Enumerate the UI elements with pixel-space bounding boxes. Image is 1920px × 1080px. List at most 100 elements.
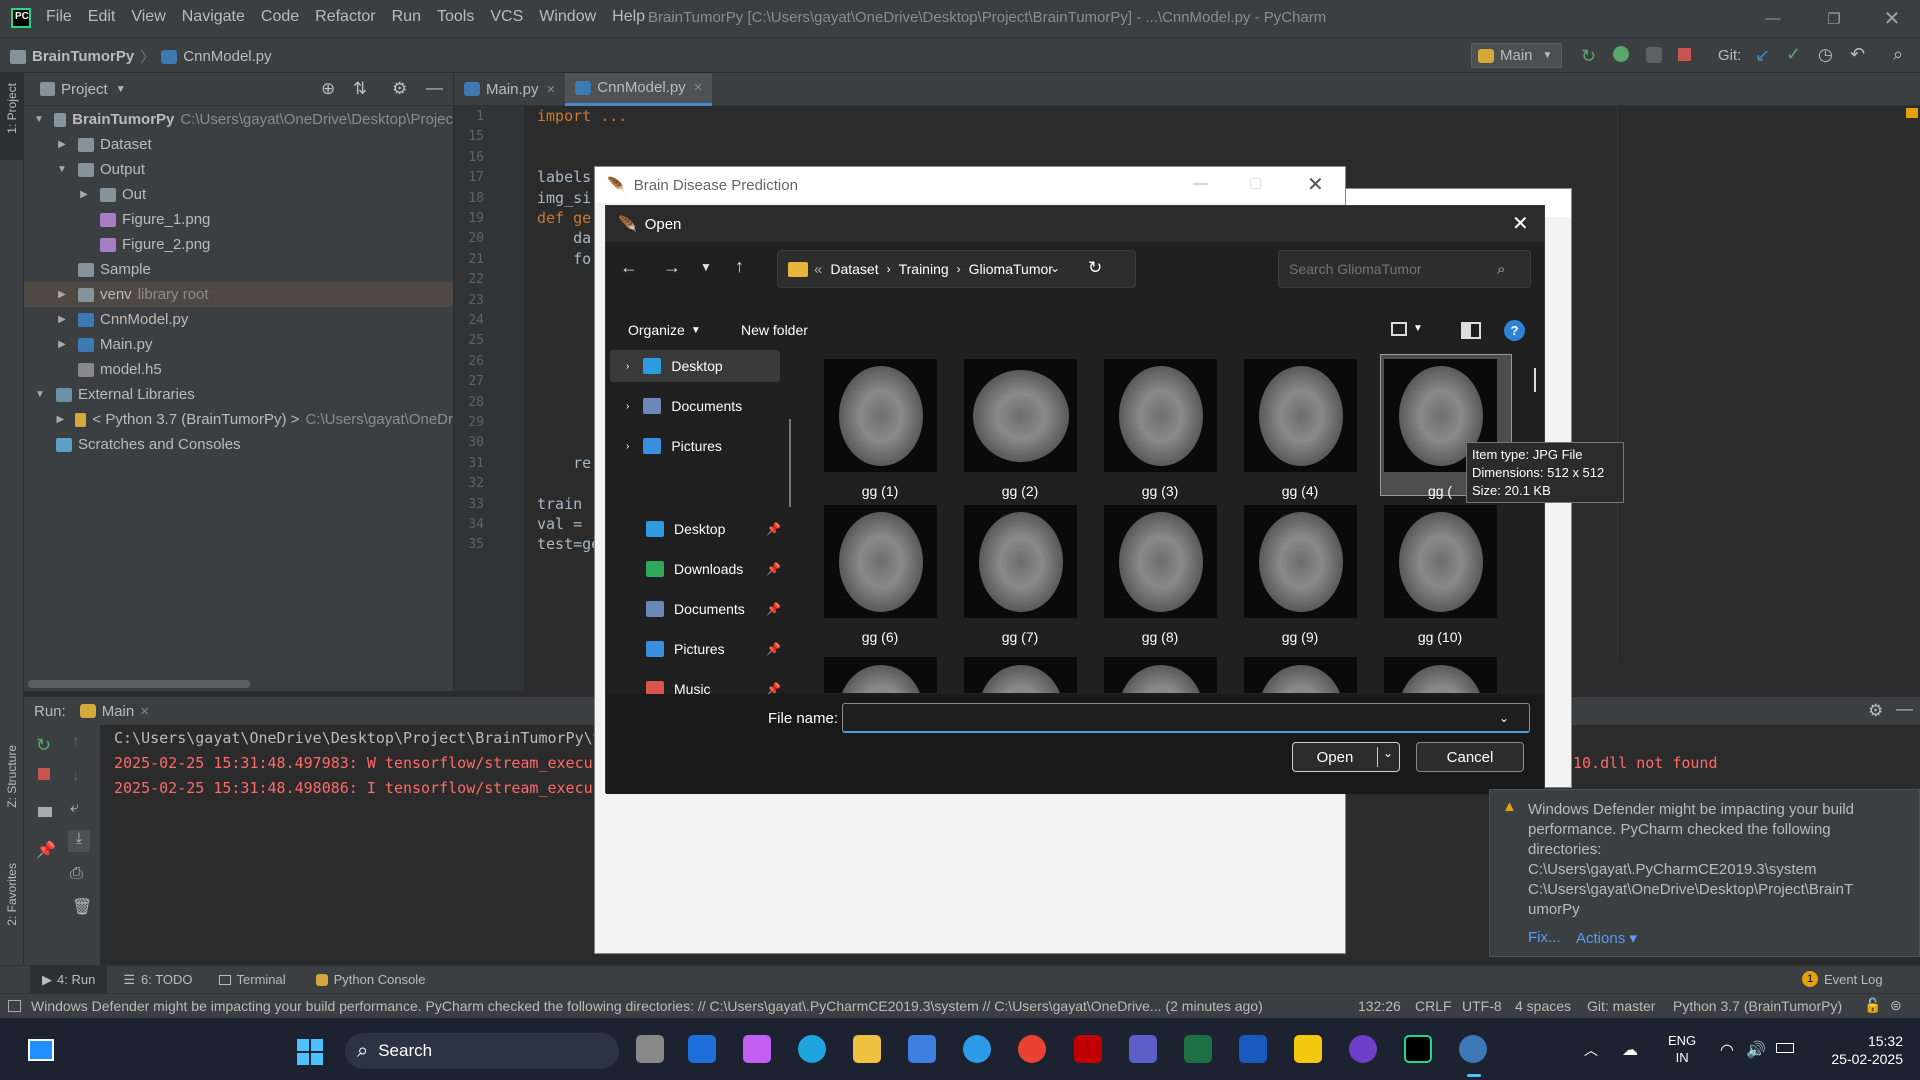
forward-button[interactable]: → — [663, 257, 681, 278]
code-line[interactable]: def ge — [537, 209, 591, 227]
tree-item[interactable]: ▶ Out — [24, 182, 453, 207]
locate-icon[interactable]: ⊕ — [321, 79, 335, 99]
close-run-tab-icon[interactable]: × — [140, 703, 149, 720]
file-name-label[interactable]: gg (2) — [955, 483, 1085, 499]
tree-item[interactable]: ▶ Main.py — [24, 332, 453, 357]
file-thumbnail[interactable] — [824, 657, 937, 693]
file-name-combobox[interactable]: ⌄ — [842, 703, 1530, 733]
tree-item[interactable]: Sample — [24, 257, 453, 282]
file-name-label[interactable]: gg (8) — [1095, 629, 1225, 645]
pycharm-taskbar-icon[interactable] — [1404, 1035, 1432, 1063]
search-box[interactable]: ⌕ — [1278, 250, 1531, 288]
tab-main-py[interactable]: Main.py × — [454, 73, 565, 106]
refresh-icon[interactable]: ↻ — [1088, 258, 1102, 278]
git-commit-icon[interactable]: ✓ — [1786, 44, 1801, 65]
rerun-icon[interactable]: ↻ — [36, 735, 51, 756]
file-thumbnail[interactable] — [1384, 505, 1497, 618]
stop-icon[interactable] — [1678, 48, 1691, 61]
tree-item[interactable]: Scratches and Consoles — [24, 432, 453, 457]
indent-setting[interactable]: 4 spaces — [1515, 998, 1571, 1014]
tree-item[interactable]: model.h5 — [24, 357, 453, 382]
down-arrow-icon[interactable]: ↓ — [72, 767, 80, 784]
python-idle-icon[interactable] — [963, 1035, 991, 1063]
tree-item[interactable]: ▼ External Libraries — [24, 382, 453, 407]
expand-arrow-icon[interactable]: ▶ — [56, 414, 65, 425]
close-tab-icon[interactable]: × — [694, 79, 703, 96]
file-thumbnail[interactable] — [1244, 359, 1357, 472]
layout-icon[interactable] — [38, 807, 52, 817]
menu-file[interactable]: File — [46, 8, 72, 26]
open-button[interactable]: Open ⌄ — [1292, 742, 1400, 772]
file-thumbnail[interactable] — [1244, 505, 1357, 618]
file-name-label[interactable]: gg (10) — [1375, 629, 1505, 645]
chrome-icon[interactable] — [1018, 1035, 1046, 1063]
file-thumbnail[interactable] — [964, 359, 1077, 472]
python-console-tool-button[interactable]: Python Console — [315, 972, 425, 987]
panel-toggle-icon[interactable] — [8, 1000, 21, 1012]
code-line[interactable]: fo — [537, 250, 591, 268]
menu-window[interactable]: Window — [539, 8, 596, 26]
menu-vcs[interactable]: VCS — [490, 8, 523, 26]
todo-tool-button[interactable]: ☰ 6: TODO — [123, 972, 192, 988]
warning-marker[interactable] — [1906, 108, 1918, 118]
status-message[interactable]: Windows Defender might be impacting your… — [31, 998, 1263, 1014]
language-indicator[interactable]: ENG IN — [1668, 1032, 1696, 1066]
nav-item-desktop[interactable]: › Desktop — [626, 358, 723, 374]
menu-refactor[interactable]: Refactor — [315, 8, 375, 26]
inspector-icon[interactable]: ⊜ — [1890, 997, 1902, 1014]
address-dropdown-icon[interactable]: ⌄ — [1050, 261, 1060, 275]
wifi-icon[interactable]: ◠ — [1720, 1040, 1734, 1060]
copilot-icon[interactable] — [743, 1035, 771, 1063]
menu-edit[interactable]: Edit — [88, 8, 116, 26]
code-line[interactable]: train — [537, 495, 582, 513]
file-thumbnail[interactable] — [1104, 657, 1217, 693]
tree-item[interactable]: ▶ CnnModel.py — [24, 307, 453, 332]
fix-link[interactable]: Fix... — [1528, 929, 1561, 946]
file-thumbnail[interactable] — [1244, 657, 1357, 693]
tree-item[interactable]: Figure_2.png — [24, 232, 453, 257]
quick-access-downloads[interactable]: Downloads 📌 — [646, 561, 781, 577]
pin-icon[interactable]: 📌 — [36, 840, 56, 860]
file-thumbnail[interactable] — [964, 505, 1077, 618]
clock[interactable]: 15:32 25-02-2025 — [1808, 1032, 1903, 1068]
nav-scrollbar[interactable] — [789, 419, 791, 507]
file-name-label[interactable]: gg (1) — [815, 483, 945, 499]
excel-icon[interactable] — [1184, 1035, 1212, 1063]
run-settings-icon[interactable]: ⚙ — [1868, 701, 1883, 721]
tree-item[interactable]: ▶ < Python 3.7 (BrainTumorPy) > C:\Users\g… — [24, 407, 453, 432]
trash-icon[interactable]: 🗑 — [72, 897, 92, 917]
close-button[interactable]: ✕ — [1864, 0, 1920, 37]
file-name-label[interactable]: gg (9) — [1235, 629, 1365, 645]
start-icon[interactable] — [297, 1039, 323, 1065]
code-line[interactable]: img_si — [537, 189, 591, 207]
edge-icon[interactable] — [798, 1035, 826, 1063]
close-tab-icon[interactable]: × — [547, 81, 556, 98]
horizontal-scrollbar[interactable] — [28, 680, 250, 688]
tree-item[interactable]: ▶ Dataset — [24, 132, 453, 157]
search-everywhere-icon[interactable]: ⌕ — [1893, 44, 1903, 65]
event-log-button[interactable]: 1 Event Log — [1802, 971, 1883, 987]
expand-arrow-icon[interactable]: ▶ — [56, 339, 68, 350]
breadcrumb-project[interactable]: BrainTumorPy — [32, 48, 134, 65]
files-scrollbar[interactable] — [1534, 368, 1536, 392]
terminal-tool-button[interactable]: Terminal — [218, 972, 286, 987]
file-name-input[interactable] — [849, 709, 1489, 726]
git-update-icon[interactable]: ↙ — [1755, 45, 1770, 66]
volume-icon[interactable]: 🔊 — [1746, 1040, 1766, 1060]
expand-arrow-icon[interactable]: ▼ — [56, 164, 68, 175]
code-line[interactable]: import ... — [537, 107, 627, 125]
file-explorer-icon[interactable] — [853, 1035, 881, 1063]
task-view-icon[interactable] — [636, 1035, 664, 1063]
breadcrumb-dataset[interactable]: Dataset — [830, 261, 878, 277]
expand-chevron-icon[interactable]: › — [626, 361, 629, 372]
breadcrumb-gliomatumor[interactable]: GliomaTumor — [969, 261, 1053, 277]
menu-help[interactable]: Help — [612, 8, 645, 26]
settings-gear-icon[interactable]: ⚙ — [392, 79, 407, 99]
menu-view[interactable]: View — [131, 8, 165, 26]
search-input[interactable] — [1289, 261, 1489, 277]
run-tool-button[interactable]: ▶ 4: Run — [30, 966, 108, 993]
tree-item[interactable]: ▼ Output — [24, 157, 453, 182]
stop-icon[interactable] — [38, 768, 50, 780]
interpreter[interactable]: Python 3.7 (BrainTumorPy) — [1673, 998, 1842, 1014]
expand-chevron-icon[interactable]: › — [626, 441, 629, 452]
